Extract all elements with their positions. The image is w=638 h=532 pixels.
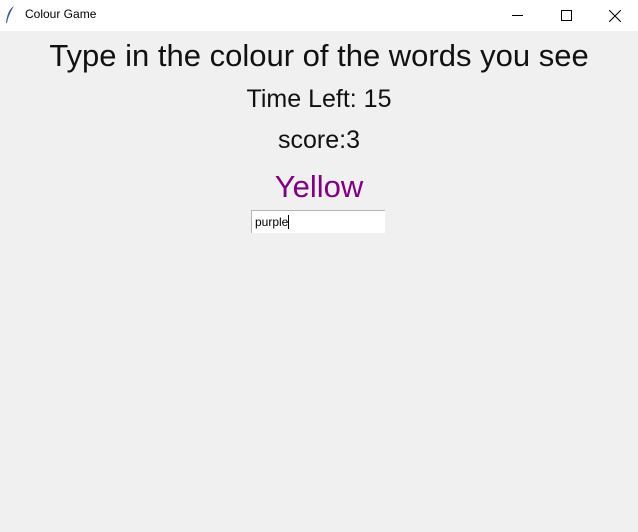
close-button[interactable] xyxy=(592,0,638,31)
close-icon xyxy=(609,9,621,22)
feather-icon xyxy=(6,6,14,23)
colour-word-label: Yellow xyxy=(274,169,364,204)
colour-entry-input[interactable]: purple xyxy=(251,210,385,233)
title-bar: Colour Game xyxy=(0,0,638,31)
maximize-icon xyxy=(560,10,572,21)
window-title: Colour Game xyxy=(25,7,97,21)
instructions-label: Type in the colour of the words you see xyxy=(49,38,589,73)
entry-text: purple xyxy=(255,215,289,229)
text-caret xyxy=(288,215,290,229)
maximize-button[interactable] xyxy=(543,0,589,31)
minimize-button[interactable] xyxy=(494,0,540,31)
minimize-icon xyxy=(511,15,523,16)
time-left-label: Time Left: 15 xyxy=(246,85,392,113)
score-label: score:3 xyxy=(278,126,360,154)
